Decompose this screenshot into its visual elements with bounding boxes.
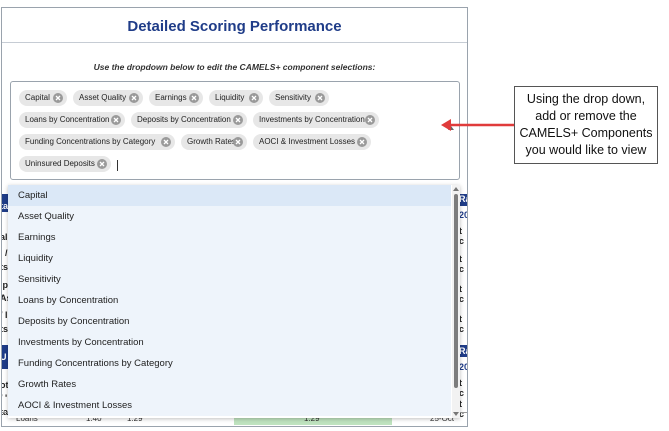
panel-title: Detailed Scoring Performance <box>2 8 467 43</box>
remove-icon[interactable] <box>233 137 243 147</box>
bg-left-fragment: al <box>2 232 8 242</box>
bg-left-fragment: / ' <box>2 393 8 403</box>
chip-uninsured-deposits[interactable]: Uninsured Deposits <box>19 156 111 172</box>
bg-right-fragment: 20 <box>459 362 467 372</box>
dropdown-scroll-thumb[interactable] <box>454 194 458 388</box>
chip-label: Uninsured Deposits <box>25 159 95 168</box>
chip-liquidity[interactable]: Liquidity <box>209 90 263 106</box>
chip-sensitivity[interactable]: Sensitivity <box>269 90 329 106</box>
bg-right-fragment: Ra <box>459 194 467 204</box>
option-funding-concentrations-by-category[interactable]: Funding Concentrations by Category <box>8 353 451 374</box>
chip-label: Earnings <box>155 93 187 102</box>
option-growth-rates[interactable]: Growth Rates <box>8 374 451 395</box>
option-liquidity[interactable]: Liquidity <box>8 248 451 269</box>
remove-icon[interactable] <box>365 115 375 125</box>
chip-label: Sensitivity <box>275 93 312 102</box>
bg-right-fragment: t c <box>459 314 465 334</box>
scroll-up-icon[interactable] <box>453 187 459 191</box>
chip-growth-rates[interactable]: Growth Rates <box>181 134 247 150</box>
option-deposits-by-concentration[interactable]: Deposits by Concentration <box>8 311 451 332</box>
bg-right-fragment: t c <box>459 226 465 246</box>
option-loans-by-concentration[interactable]: Loans by Concentration <box>8 290 451 311</box>
instruction-text: Use the dropdown below to edit the CAMEL… <box>93 62 376 72</box>
chip-label: Investments by Concentration <box>259 115 365 124</box>
bg-right-fragment: Ra <box>459 346 467 356</box>
bg-left-fragment: l / <box>2 248 8 258</box>
chip-label: Capital <box>25 93 50 102</box>
option-aoci-investment-losses[interactable]: AOCI & Investment Losses <box>8 395 451 416</box>
chip-aoci-investment-losses[interactable]: AOCI & Investment Losses <box>253 134 371 150</box>
component-multiselect[interactable]: Capital Asset Quality Earnings Liquidity… <box>10 81 460 180</box>
chip-loans-by-concentration[interactable]: Loans by Concentration <box>19 112 125 128</box>
bg-left-fragment: U <box>2 352 7 362</box>
remove-icon[interactable] <box>129 93 139 103</box>
chip-investments-by-concentration[interactable]: Investments by Concentration <box>253 112 379 128</box>
remove-icon[interactable] <box>111 115 121 125</box>
chip-label: Asset Quality <box>79 93 127 102</box>
chip-label: AOCI & Investment Losses <box>259 137 356 146</box>
remove-icon[interactable] <box>97 159 107 169</box>
bg-left-fragment: ts <box>2 262 9 272</box>
option-asset-quality[interactable]: Asset Quality <box>8 206 451 227</box>
chip-earnings[interactable]: Earnings <box>149 90 203 106</box>
remove-icon[interactable] <box>233 115 243 125</box>
chip-label: Growth Rates <box>187 137 236 146</box>
bg-left-fragment: / l <box>2 310 8 320</box>
text-cursor <box>117 160 118 171</box>
chip-capital[interactable]: Capital <box>19 90 67 106</box>
component-dropdown-list[interactable]: Capital Asset Quality Earnings Liquidity… <box>8 185 460 418</box>
bg-left-fragment: ip <box>2 280 8 290</box>
remove-icon[interactable] <box>189 93 199 103</box>
callout-arrow-icon <box>441 119 514 131</box>
bg-right-fragment: 20 <box>459 210 467 220</box>
option-capital[interactable]: Capital <box>8 185 451 206</box>
bg-left-fragment: ta <box>2 201 9 211</box>
option-investments-by-concentration[interactable]: Investments by Concentration <box>8 332 451 353</box>
bg-left-fragment: ts <box>2 324 9 334</box>
scroll-down-icon[interactable] <box>453 412 459 416</box>
chip-label: Loans by Concentration <box>25 115 110 124</box>
callout-note: Using the drop down, add or remove the C… <box>514 86 658 164</box>
chip-funding-concentrations-by-category[interactable]: Funding Concentrations by Category <box>19 134 175 150</box>
remove-icon[interactable] <box>249 93 259 103</box>
remove-icon[interactable] <box>357 137 367 147</box>
option-earnings[interactable]: Earnings <box>8 227 451 248</box>
chip-asset-quality[interactable]: Asset Quality <box>73 90 143 106</box>
chip-label: Funding Concentrations by Category <box>25 137 156 146</box>
bg-right-fragment: t c <box>459 284 465 304</box>
option-sensitivity[interactable]: Sensitivity <box>8 269 451 290</box>
bg-right-fragment: t c <box>459 254 465 274</box>
remove-icon[interactable] <box>315 93 325 103</box>
remove-icon[interactable] <box>161 137 171 147</box>
chip-label: Deposits by Concentration <box>137 115 231 124</box>
bg-right-fragment: t c <box>459 378 465 398</box>
scoring-panel: Detailed Scoring Performance ta al l / t… <box>1 7 468 427</box>
chip-deposits-by-concentration[interactable]: Deposits by Concentration <box>131 112 247 128</box>
remove-icon[interactable] <box>53 93 63 103</box>
chip-label: Liquidity <box>215 93 245 102</box>
